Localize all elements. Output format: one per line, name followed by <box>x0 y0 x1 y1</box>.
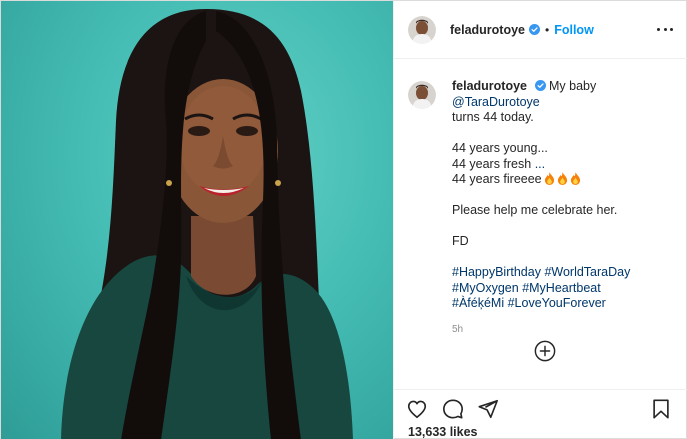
caption-gap <box>452 219 672 235</box>
verified-badge-icon <box>529 24 541 35</box>
hashtag-link[interactable]: #MyOxygen <box>452 281 519 295</box>
verified-badge-icon <box>534 80 546 91</box>
more-options-icon[interactable] <box>657 21 673 37</box>
post-actions: 13,633 likes <box>394 389 687 439</box>
hashtag-link[interactable]: #MyHeartbeat <box>522 281 601 295</box>
caption-intro: My baby <box>548 79 597 93</box>
caption-line-4: 44 years fireeee <box>452 172 672 188</box>
caption-line-2: 44 years young... <box>452 141 548 155</box>
instagram-post: feladurotoye • Follow feladurotoye My ba… <box>0 0 687 439</box>
post-photo[interactable] <box>1 1 393 439</box>
caption-avatar[interactable] <box>408 81 436 109</box>
header-username[interactable]: feladurotoye <box>450 23 525 37</box>
caption-line-3: 44 years fresh ... <box>452 157 672 173</box>
paper-plane-icon[interactable] <box>477 398 499 420</box>
caption-more-dots[interactable]: ... <box>535 157 545 171</box>
caption-line-1: feladurotoye My baby @TaraDurotoye <box>452 79 672 110</box>
hashtag-link[interactable]: #LoveYouForever <box>508 296 606 310</box>
caption-username[interactable]: feladurotoye <box>452 79 527 93</box>
header-separator: • <box>545 22 550 37</box>
caption-line-5: Please help me celebrate her. <box>452 203 618 217</box>
caption-line-1-end: turns 44 today. <box>452 110 534 124</box>
post-time[interactable]: 5h <box>452 324 675 335</box>
hashtag-row-2: #MyOxygen #MyHeartbeat <box>452 281 672 297</box>
follow-button[interactable]: Follow <box>554 23 594 37</box>
likes-count[interactable]: 13,633 likes <box>408 425 478 439</box>
avatar-image <box>408 15 436 44</box>
comment-bubble-icon[interactable] <box>442 398 464 420</box>
hashtag-row-3: #ÀféķéMi #LoveYouForever <box>452 296 672 312</box>
caption-avatar-image <box>408 81 436 109</box>
caption-line-6: FD <box>452 234 469 248</box>
post-header: feladurotoye • Follow <box>394 1 687 59</box>
caption-gap <box>452 250 672 266</box>
avatar[interactable] <box>408 15 436 44</box>
caption-area: feladurotoye My baby @TaraDurotoye turns… <box>394 59 687 389</box>
caption-line-4-text: 44 years fireeee <box>452 172 542 186</box>
hashtag-row-1: #HappyBirthday #WorldTaraDay <box>452 265 672 281</box>
fire-emoji-icon <box>544 172 554 185</box>
portrait-illustration <box>61 9 353 439</box>
mention-link[interactable]: @TaraDurotoye <box>452 95 540 109</box>
plus-circle-icon[interactable] <box>534 340 556 362</box>
hashtag-link[interactable]: #HappyBirthday <box>452 265 541 279</box>
heart-icon[interactable] <box>406 398 428 420</box>
caption-gap <box>452 126 672 142</box>
hashtag-link[interactable]: #WorldTaraDay <box>544 265 630 279</box>
caption-text: feladurotoye My baby @TaraDurotoye turns… <box>452 79 672 312</box>
fire-emoji-icon <box>570 172 580 185</box>
caption-line-3-text: 44 years fresh <box>452 156 532 171</box>
hashtag-link[interactable]: #ÀféķéMi <box>452 296 504 310</box>
caption-gap <box>452 188 672 204</box>
bookmark-icon[interactable] <box>650 398 672 420</box>
fire-emoji-icon <box>557 172 567 185</box>
post-side-panel: feladurotoye • Follow feladurotoye My ba… <box>393 1 687 439</box>
caption-row: feladurotoye My baby @TaraDurotoye turns… <box>408 79 675 312</box>
